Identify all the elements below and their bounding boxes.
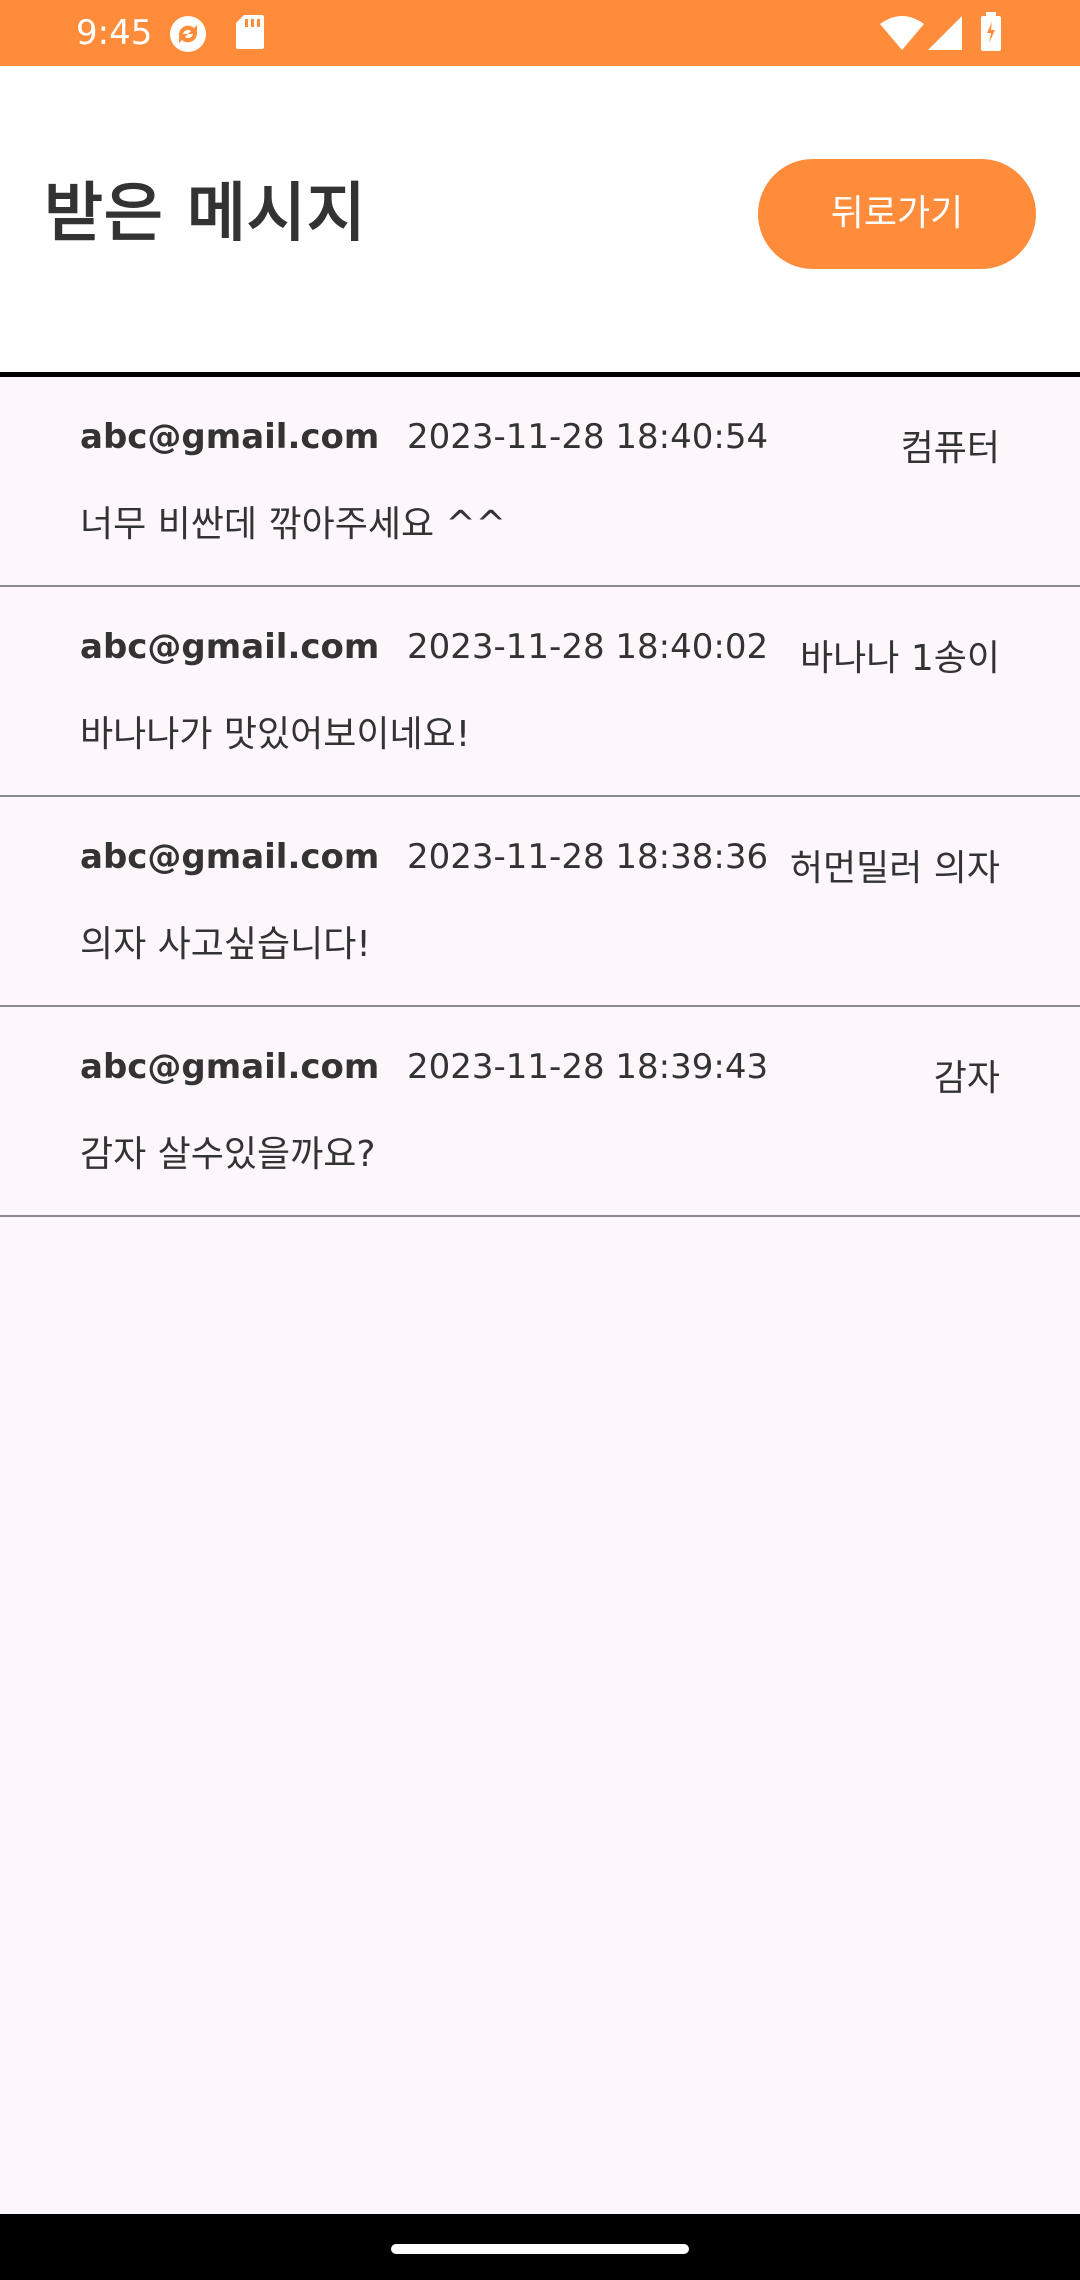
message-body: 바나나가 맛있어보이네요! — [80, 714, 471, 755]
battery-icon — [980, 12, 1002, 56]
message-sender-email: abc@gmail.com — [80, 1047, 380, 1087]
message-product-title: 바나나 1송이 — [800, 638, 1000, 679]
message-body: 너무 비싼데 깎아주세요 ^^ — [80, 504, 506, 545]
message-date: 2023-11-28 18:40:54 — [407, 417, 769, 457]
message-sender-email: abc@gmail.com — [80, 417, 380, 457]
sync-icon — [166, 14, 210, 58]
navigation-bar — [0, 2214, 1080, 2280]
signal-icon — [928, 16, 964, 56]
wifi-icon — [880, 16, 924, 56]
message-item[interactable]: abc@gmail.com 2023-11-28 18:40:02 바나나 1송… — [0, 587, 1080, 797]
message-date: 2023-11-28 18:38:36 — [407, 837, 769, 877]
message-item[interactable]: abc@gmail.com 2023-11-28 18:38:36 허먼밀러 의… — [0, 797, 1080, 1007]
message-sender-email: abc@gmail.com — [80, 837, 380, 877]
message-product-title: 컴퓨터 — [900, 428, 1000, 469]
message-body: 의자 사고싶습니다! — [80, 924, 371, 965]
home-indicator[interactable] — [391, 2244, 689, 2254]
message-body: 감자 살수있을까요? — [80, 1134, 376, 1175]
back-button[interactable]: 뒤로가기 — [758, 159, 1036, 269]
message-list: abc@gmail.com 2023-11-28 18:40:54 컴퓨터 너무… — [0, 377, 1080, 1217]
message-item[interactable]: abc@gmail.com 2023-11-28 18:40:54 컴퓨터 너무… — [0, 377, 1080, 587]
message-item[interactable]: abc@gmail.com 2023-11-28 18:39:43 감자 감자 … — [0, 1007, 1080, 1217]
message-product-title: 감자 — [933, 1058, 1000, 1099]
status-time: 9:45 — [76, 13, 153, 53]
message-date: 2023-11-28 18:39:43 — [407, 1047, 769, 1087]
message-sender-email: abc@gmail.com — [80, 627, 380, 667]
message-date: 2023-11-28 18:40:02 — [407, 627, 769, 667]
message-product-title: 허먼밀러 의자 — [789, 848, 1000, 889]
sd-card-icon — [236, 14, 264, 54]
page-title: 받은 메시지 — [44, 177, 367, 251]
status-bar: 9:45 — [0, 0, 1080, 66]
header: 받은 메시지 뒤로가기 — [0, 66, 1080, 377]
